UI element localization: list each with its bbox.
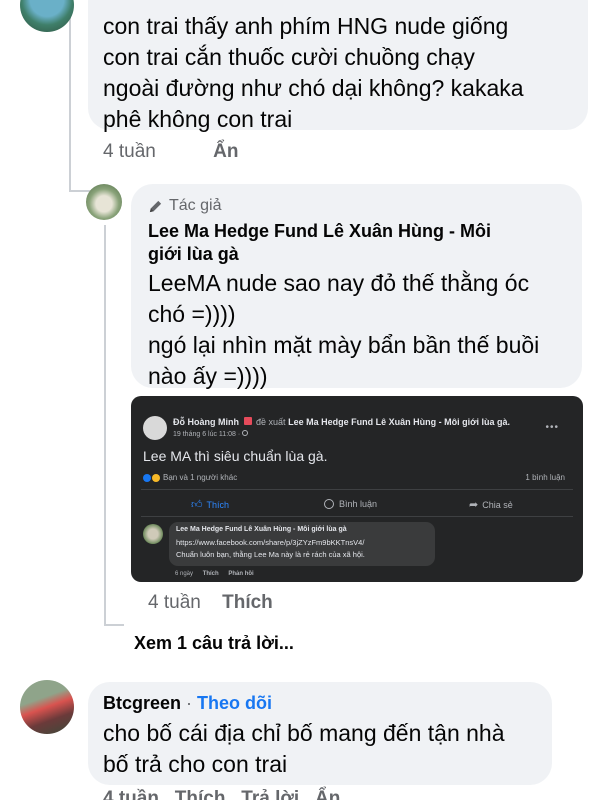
embed-divider (141, 516, 573, 517)
avatar-btcgreen[interactable] (20, 680, 74, 734)
embed-post-text: Lee MA thì siêu chuẩn lùa gà. (143, 448, 328, 464)
embed-comment-label: Bình luận (339, 499, 378, 509)
comment-line: ngoài đường như chó dại không? kakaka (103, 75, 524, 101)
view-replies-link[interactable]: Xem 1 câu trả lời... (134, 633, 294, 654)
reply-line: LeeMA nude sao nay đỏ thế thằng óc (148, 270, 530, 296)
reply-line: nào ấy =)))) (148, 363, 268, 389)
embed-flag-icon (243, 417, 252, 425)
reply-line: chó =)))) (148, 301, 236, 327)
comment2-actions-cutoff[interactable]: 4 tuần Thích Trả lời Ẩn (103, 788, 340, 800)
embed-date: 19 tháng 6 lúc 11:08 · (173, 431, 243, 438)
comment-line: con trai cắn thuốc cười chuồng chạy (103, 44, 475, 70)
comment2-header: Btcgreen · Theo dõi (103, 693, 272, 714)
author-badge-label: Tác giả (169, 197, 222, 214)
thread-line-vertical (69, 0, 71, 190)
like-reaction-icon (143, 473, 151, 482)
commenter-name[interactable]: Btcgreen (103, 693, 181, 713)
author-badge: Tác giả (148, 197, 221, 215)
more-options-icon: ••• (545, 422, 559, 433)
reply-author-name[interactable]: Lee Ma Hedge Fund Lê Xuân Hùng - Môi giớ… (148, 220, 491, 266)
embed-mentioned-page: Lee Ma Hedge Fund Lê Xuân Hùng - Môi giớ… (288, 417, 510, 427)
pencil-icon (149, 200, 162, 212)
reply-thread-curve (104, 624, 124, 626)
embed-reply-bubble: Lee Ma Hedge Fund Lê Xuân Hùng - Môi giớ… (169, 522, 435, 566)
author-line: Lee Ma Hedge Fund Lê Xuân Hùng - Môi (148, 221, 492, 241)
embed-reactions: Bạn và 1 người khác (163, 473, 238, 482)
embed-comment-action: Bình luận (324, 499, 377, 509)
avatar-author[interactable] (86, 184, 122, 220)
name-separator: · (181, 693, 198, 713)
thumbs-up-icon: 👍︎ (191, 499, 203, 511)
embed-comment-count: 1 bình luận (525, 473, 565, 482)
avatar-top-commenter[interactable] (20, 0, 74, 32)
reply-thread-line (104, 225, 106, 625)
author-line: giới lùa gà (148, 244, 239, 264)
comment-bubble-2: Btcgreen · Theo dõi cho bố cái địa chỉ b… (88, 682, 552, 785)
comment-line: phê không con trai (103, 106, 293, 132)
embed-like-label: Thích (206, 499, 230, 510)
reply-time[interactable]: 4 tuần (148, 592, 201, 614)
follow-button[interactable]: Theo dõi (197, 693, 272, 713)
love-reaction-icon (152, 473, 160, 482)
embed-share-action: ➦ Chia sẻ (469, 498, 513, 511)
reply-bubble: Tác giả Lee Ma Hedge Fund Lê Xuân Hùng -… (131, 184, 582, 389)
globe-icon (242, 430, 249, 436)
comment-line: cho bố cái địa chỉ bố mang đến tận nhà (103, 720, 505, 746)
comment-line: con trai thấy anh phím HNG nude giống (103, 13, 509, 39)
comment-bubble-1: con trai thấy anh phím HNG nude giống co… (88, 0, 588, 132)
embed-reply-author: Lee Ma Hedge Fund Lê Xuân Hùng - Môi giớ… (176, 526, 347, 533)
embed-poster-avatar (143, 416, 167, 440)
embed-reply-time: 6 ngày (175, 571, 194, 577)
comment-icon (324, 499, 334, 509)
comment-time[interactable]: 4 tuần (103, 141, 156, 163)
reply-line: ngó lại nhìn mặt mày bẩn bần thế buồi (148, 332, 540, 358)
embed-mention-label: đề xuất (256, 417, 286, 427)
embed-reply-reply: Phản hồi (228, 571, 254, 577)
embed-reply-link: https://www.facebook.com/share/p/3jZYzFm… (176, 538, 365, 547)
embed-like-action: 👍︎ Thích (191, 498, 229, 511)
reply1-actions: 4 tuần Thích (148, 592, 273, 614)
comment-line: bố trả cho con trai (103, 751, 288, 777)
like-button[interactable]: Thích (222, 592, 273, 614)
embed-share-label: Chia sẻ (482, 499, 513, 510)
embed-reply-text: Chuẩn luôn bạn, thằng Lee Ma này là rẻ r… (176, 550, 365, 559)
hide-button[interactable]: Ẩn (213, 141, 238, 163)
share-icon: ➦ (469, 499, 479, 511)
embed-divider (141, 489, 573, 490)
embed-reply-avatar (143, 524, 163, 544)
comment1-actions: 4 tuần Ẩn (103, 141, 238, 163)
embed-poster-name: Đỗ Hoàng Minh (173, 417, 239, 427)
embed-reply-actions: 6 ngày Thích Phản hồi (175, 571, 254, 577)
embed-reply-like: Thích (202, 571, 219, 577)
attached-screenshot[interactable]: Đỗ Hoàng Minh đề xuất Lee Ma Hedge Fund … (131, 396, 583, 582)
